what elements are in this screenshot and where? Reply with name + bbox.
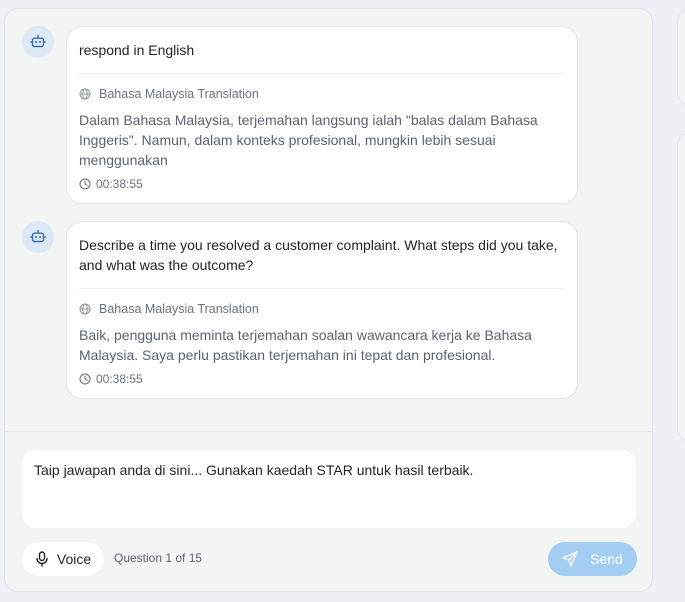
paper-plane-icon <box>562 551 578 567</box>
globe-icon <box>79 88 91 100</box>
bot-avatar <box>22 221 54 253</box>
clock-icon <box>79 373 91 385</box>
composer: Taip jawapan anda di sini... Gunakan kae… <box>5 431 652 591</box>
answer-input-text: Taip jawapan anda di sini... Gunakan kae… <box>34 462 474 478</box>
translation-text: Baik, pengguna meminta terjemahan soalan… <box>79 327 532 363</box>
microphone-icon <box>36 551 48 567</box>
chat-panel: respond in English Bahasa Malaysia Trans… <box>4 8 653 592</box>
side-panel-card-top <box>677 8 685 106</box>
bot-icon <box>30 229 46 243</box>
message-bubble: respond in English Bahasa Malaysia Trans… <box>66 26 578 204</box>
translation-text: Dalam Bahasa Malaysia, terjemahan langsu… <box>79 112 538 168</box>
message-timestamp: 00:38:55 <box>79 177 565 191</box>
timestamp-text: 00:38:55 <box>96 177 143 191</box>
globe-icon <box>79 303 91 315</box>
voice-label: Voice <box>56 551 92 567</box>
translation-label: Bahasa Malaysia Translation <box>99 302 259 316</box>
voice-button[interactable]: Voice <box>22 542 104 576</box>
translation-header: Bahasa Malaysia Translation <box>79 302 565 316</box>
timestamp-text: 00:38:55 <box>96 372 143 386</box>
bot-avatar <box>22 26 54 58</box>
divider <box>79 73 565 74</box>
message-timestamp: 00:38:55 <box>79 372 565 386</box>
side-panel-card-middle <box>677 132 685 442</box>
translation-header: Bahasa Malaysia Translation <box>79 87 565 101</box>
send-button[interactable]: Send <box>548 542 637 576</box>
translation-label: Bahasa Malaysia Translation <box>99 87 259 101</box>
send-label: Send <box>590 551 623 567</box>
message-text: respond in English <box>79 42 195 58</box>
divider <box>79 288 565 289</box>
message-text: Describe a time you resolved a customer … <box>79 237 558 273</box>
message-bubble: Describe a time you resolved a customer … <box>66 221 578 399</box>
message-list: respond in English Bahasa Malaysia Trans… <box>5 9 652 431</box>
clock-icon <box>79 178 91 190</box>
answer-input[interactable]: Taip jawapan anda di sini... Gunakan kae… <box>22 450 636 528</box>
bot-icon <box>30 34 46 48</box>
question-counter: Question 1 of 15 <box>114 551 203 565</box>
